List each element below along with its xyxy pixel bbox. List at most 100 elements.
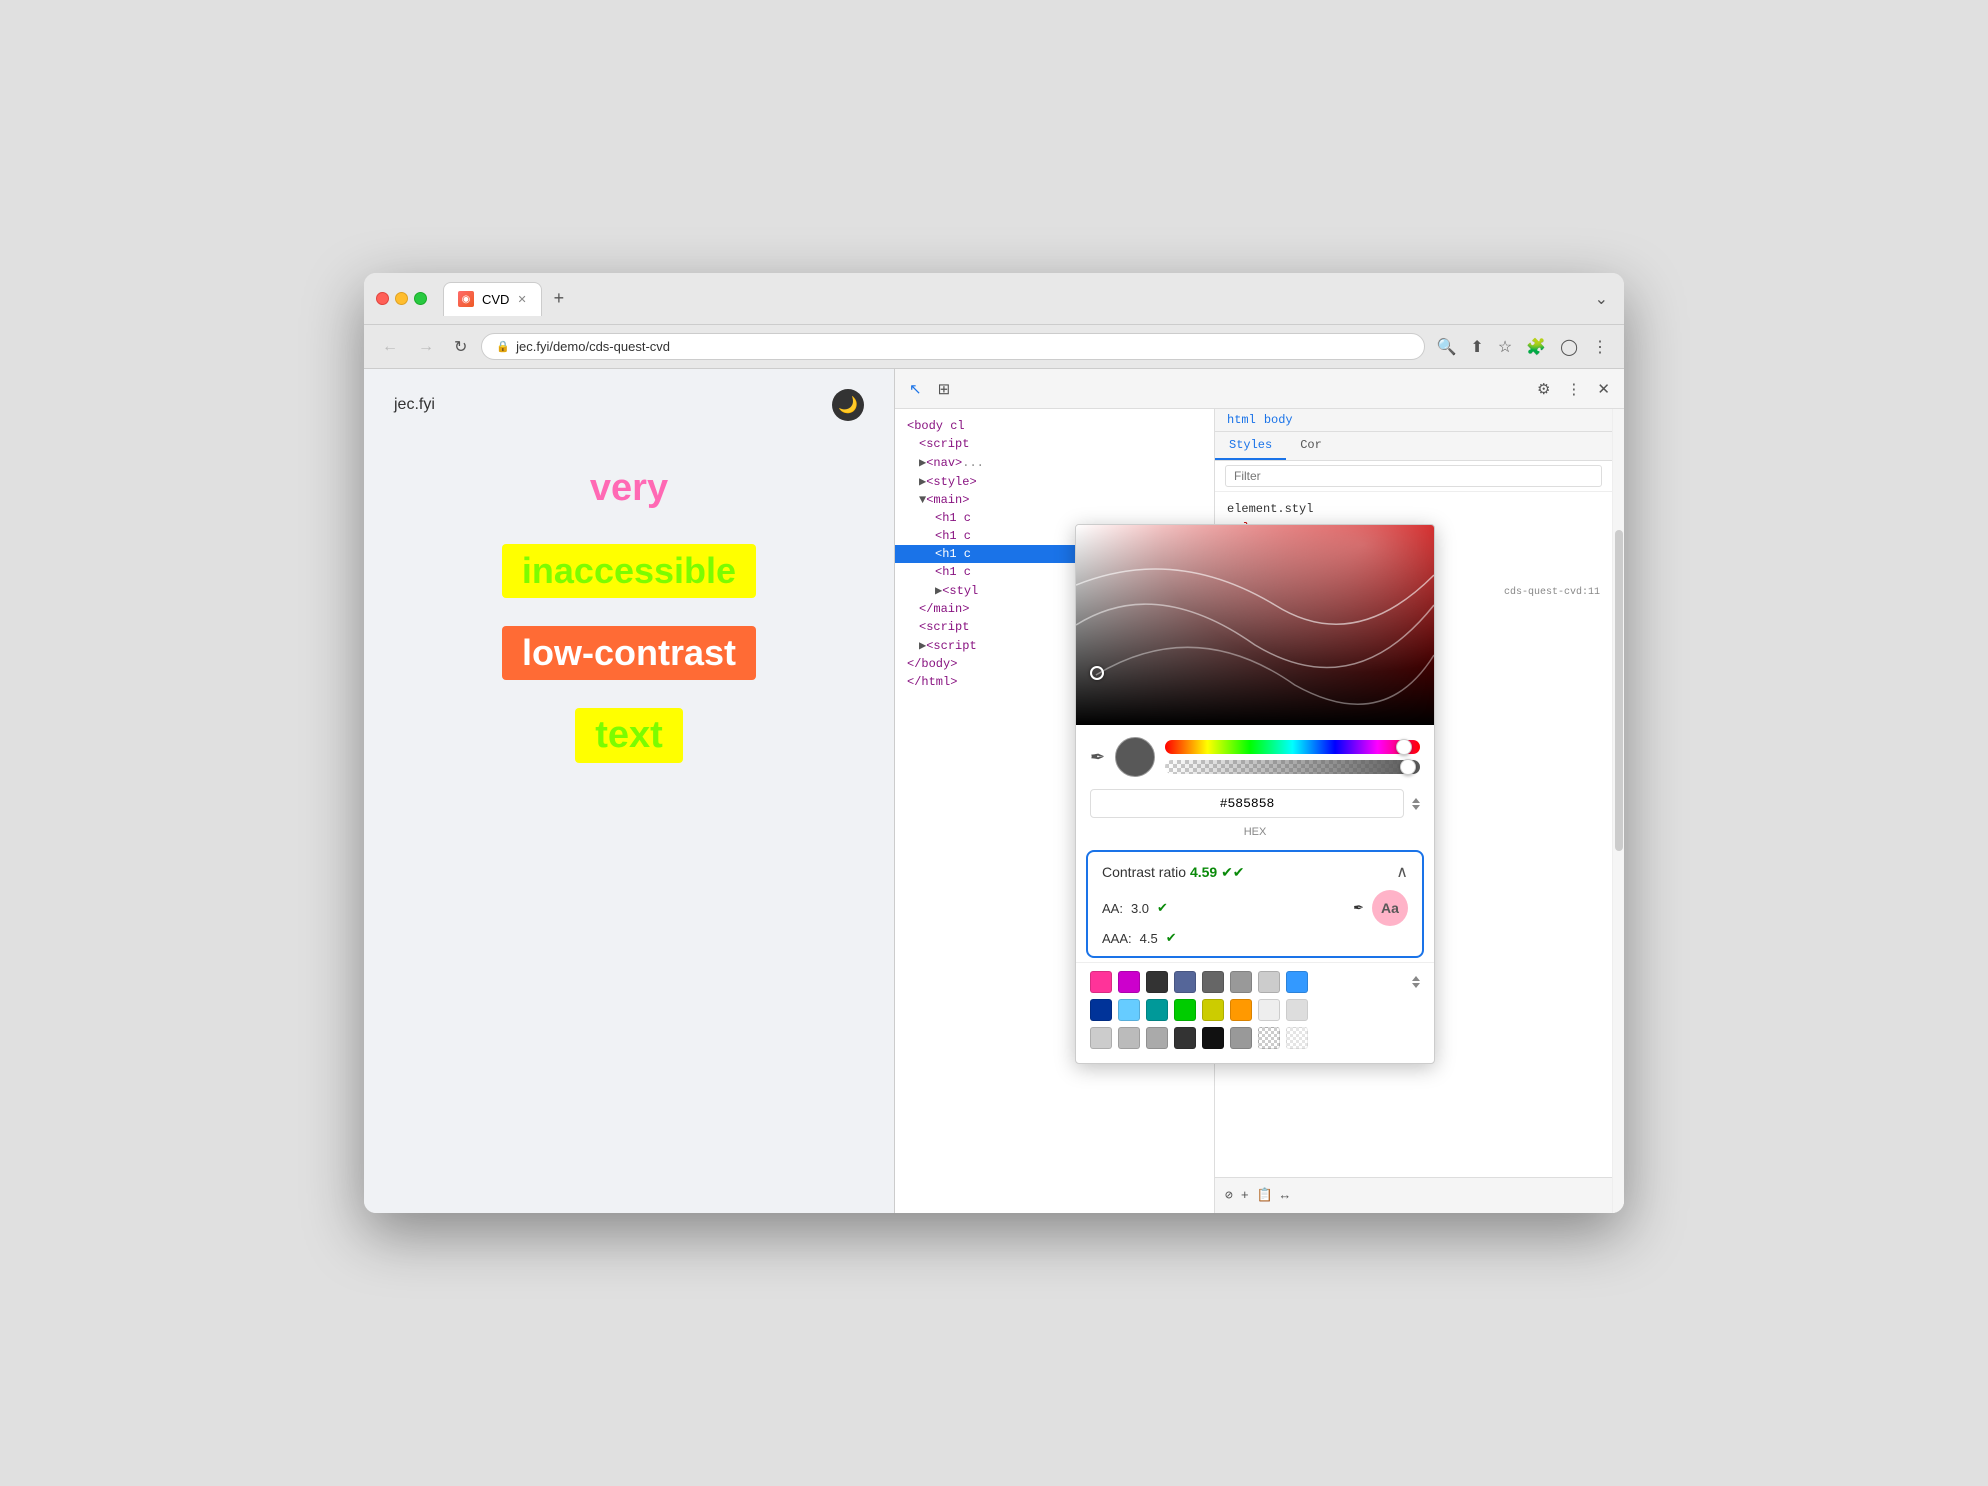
devtools-panel: ↖ ⊞ ⚙ ⋮ ✕ <body cl <script ▶<nav>... ▶<s… <box>894 369 1624 1213</box>
address-bar: ← → ↻ 🔒 jec.fyi/demo/cds-quest-cvd 🔍 ⬆ ☆… <box>364 325 1624 369</box>
swatch-pink[interactable] <box>1090 971 1112 993</box>
share-icon[interactable]: ⬆ <box>1466 333 1487 361</box>
contrast-collapse-button[interactable]: ∧ <box>1396 862 1408 882</box>
minimize-window-button[interactable] <box>395 292 408 305</box>
breadcrumb-html[interactable]: html <box>1227 413 1256 427</box>
tab-computed[interactable]: Cor <box>1286 432 1336 460</box>
swatch-gray4[interactable] <box>1146 1027 1168 1049</box>
demo-text-inaccessible: inaccessible <box>522 550 736 591</box>
swatch-light-gray[interactable] <box>1258 971 1280 993</box>
aaa-value: 4.5 <box>1140 931 1158 946</box>
devtools-scrollbar[interactable] <box>1612 409 1624 1213</box>
swatch-yellow[interactable] <box>1202 999 1224 1021</box>
swatch-teal[interactable] <box>1146 999 1168 1021</box>
hue-slider[interactable] <box>1165 740 1420 754</box>
swatch-dark[interactable] <box>1146 971 1168 993</box>
search-icon[interactable]: 🔍 <box>1433 333 1461 361</box>
swatch-gray2[interactable] <box>1090 1027 1112 1049</box>
demo-item-inaccessible: inaccessible <box>502 544 756 598</box>
swatch-checker2[interactable] <box>1286 1027 1308 1049</box>
swatch-near-white[interactable] <box>1258 999 1280 1021</box>
swatch-magenta[interactable] <box>1118 971 1140 993</box>
breadcrumb: html body <box>1215 409 1612 432</box>
tab-menu-button[interactable]: ⌄ <box>1591 285 1612 313</box>
scrollbar-thumb[interactable] <box>1615 530 1623 852</box>
demo-text-very: very <box>590 467 668 509</box>
color-preview-circle <box>1115 737 1155 777</box>
eyedropper-button[interactable]: ✒ <box>1090 747 1105 768</box>
aa-preview: Aa <box>1372 890 1408 926</box>
tree-line[interactable]: ▼<main> <box>895 491 1214 509</box>
page-content: jec.fyi 🌙 very inaccessible low-contrast… <box>364 369 894 1213</box>
expand-icon[interactable]: ↔ <box>1281 1188 1289 1203</box>
inspector-icon[interactable]: ↖ <box>905 376 926 402</box>
breadcrumb-body[interactable]: body <box>1264 413 1293 427</box>
swatch-dark-blue[interactable] <box>1090 999 1112 1021</box>
tab-styles[interactable]: Styles <box>1215 432 1286 460</box>
filter-icon[interactable]: ⊘ <box>1225 1188 1233 1203</box>
extension-icon[interactable]: 🧩 <box>1522 333 1550 361</box>
more-options-icon[interactable]: ⋮ <box>1562 376 1585 402</box>
swatch-gray5[interactable] <box>1230 1027 1252 1049</box>
maximize-window-button[interactable] <box>414 292 427 305</box>
tree-line[interactable]: <script <box>895 435 1214 453</box>
swatch-orange[interactable] <box>1230 999 1252 1021</box>
demo-items: very inaccessible low-contrast text <box>394 461 864 763</box>
settings-icon[interactable]: ⚙ <box>1533 376 1554 402</box>
alpha-slider[interactable] <box>1165 760 1420 774</box>
traffic-lights <box>376 292 427 305</box>
swatch-scroll-up[interactable] <box>1412 976 1420 988</box>
swatch-slate[interactable] <box>1174 971 1196 993</box>
style-link: cds-quest-cvd:11 <box>1504 585 1600 601</box>
hex-spinner[interactable] <box>1412 798 1420 810</box>
swatch-checker1[interactable] <box>1258 1027 1280 1049</box>
close-window-button[interactable] <box>376 292 389 305</box>
dark-mode-button[interactable]: 🌙 <box>832 389 864 421</box>
tab-close-button[interactable]: ✕ <box>517 293 526 306</box>
back-button[interactable]: ← <box>376 334 404 360</box>
tree-line[interactable]: ▶<nav>... <box>895 453 1214 472</box>
swatch-mid-gray[interactable] <box>1230 971 1252 993</box>
bookmark-icon[interactable]: ☆ <box>1494 333 1516 361</box>
color-picker-popup: ✒ <box>1075 524 1435 1064</box>
swatch-green[interactable] <box>1174 999 1196 1021</box>
swatch-light-blue[interactable] <box>1118 999 1140 1021</box>
close-devtools-button[interactable]: ✕ <box>1593 376 1614 402</box>
swatch-blue[interactable] <box>1286 971 1308 993</box>
alpha-thumb[interactable] <box>1400 759 1416 775</box>
swatch-gray[interactable] <box>1202 971 1224 993</box>
aa-check: ✔ <box>1157 900 1168 916</box>
active-tab[interactable]: ◉ CVD ✕ <box>443 282 542 316</box>
new-tab-button[interactable]: + <box>546 284 573 313</box>
menu-icon[interactable]: ⋮ <box>1588 333 1612 361</box>
address-actions: 🔍 ⬆ ☆ 🧩 ◯ ⋮ <box>1433 333 1613 361</box>
inspect-icon[interactable]: 📋 <box>1257 1188 1273 1203</box>
swatch-row-1 <box>1090 971 1420 993</box>
contrast-aaa-row: AAA: 4.5 ✔ <box>1102 930 1408 946</box>
device-mode-icon[interactable]: ⊞ <box>934 376 955 402</box>
url-bar[interactable]: 🔒 jec.fyi/demo/cds-quest-cvd <box>481 333 1424 360</box>
styles-filter-input[interactable] <box>1225 465 1602 487</box>
swatch-row-3 <box>1090 1027 1420 1049</box>
refresh-button[interactable]: ↻ <box>448 333 473 361</box>
add-style-icon[interactable]: + <box>1241 1188 1249 1203</box>
swatch-gray3[interactable] <box>1118 1027 1140 1049</box>
tree-line[interactable]: ▶<style> <box>895 472 1214 491</box>
forward-button[interactable]: → <box>412 334 440 360</box>
hue-thumb[interactable] <box>1396 739 1412 755</box>
tree-line[interactable]: <body cl <box>895 417 1214 435</box>
aa-label: AA: <box>1102 901 1123 916</box>
swatch-near-black[interactable] <box>1202 1027 1224 1049</box>
styles-filter <box>1215 461 1612 492</box>
eyedropper-contrast-icon[interactable]: ✒ <box>1353 900 1364 916</box>
contrast-checkmarks: ✔✔ <box>1221 864 1244 880</box>
color-gradient[interactable] <box>1076 525 1434 725</box>
color-sliders <box>1165 740 1420 774</box>
profile-icon[interactable]: ◯ <box>1556 333 1582 361</box>
security-icon: 🔒 <box>496 340 510 353</box>
scroll-down-icon <box>1412 983 1420 988</box>
scroll-up-icon <box>1412 976 1420 981</box>
swatch-charcoal[interactable] <box>1174 1027 1196 1049</box>
swatch-off-white[interactable] <box>1286 999 1308 1021</box>
hex-input[interactable] <box>1090 789 1404 818</box>
